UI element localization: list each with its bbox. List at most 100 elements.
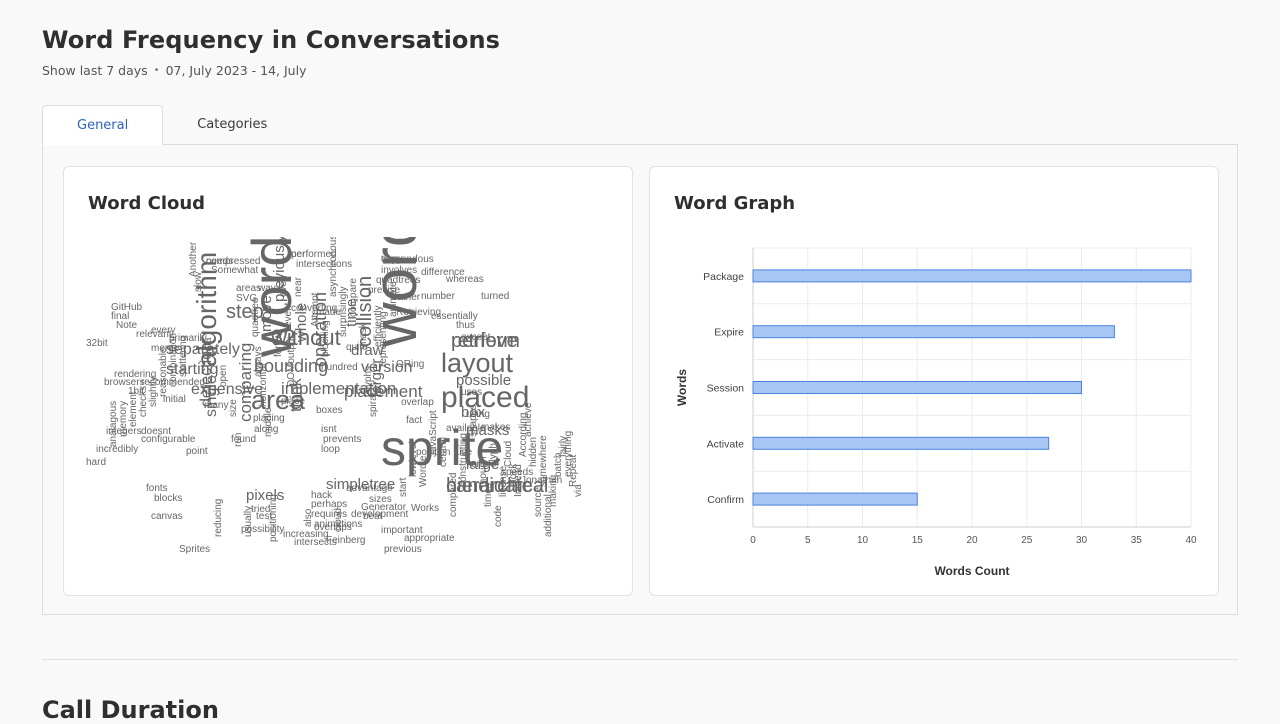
x-tick-label: 30 [1076, 535, 1088, 546]
cloud-word: hard [86, 457, 106, 468]
cloud-word-vertical: central [438, 437, 449, 467]
cloud-word: point [186, 446, 208, 457]
cloud-word-vertical: shapes [468, 405, 479, 437]
cloud-word: way [257, 283, 276, 294]
y-tick-label: Expire [714, 327, 744, 339]
cloud-word-vertical: making [548, 475, 559, 507]
cloud-word-vertical: representing [378, 311, 389, 367]
cloud-word: canvas [151, 511, 183, 522]
cloud-word-vertical: compare [348, 278, 359, 317]
cloud-word-vertical: middle [263, 407, 274, 437]
x-tick-label: 5 [805, 535, 811, 546]
cloud-word: uses [461, 387, 482, 398]
cloud-word-vertical: DOMoutput [286, 336, 297, 387]
cloud-word-vertical: start [398, 477, 409, 497]
tab-general[interactable]: General [42, 105, 164, 145]
cloud-word: many [204, 400, 228, 411]
cloud-word: Sprites [179, 544, 210, 555]
bar-confirm[interactable] [752, 492, 918, 506]
cloud-word-vertical: near [293, 276, 304, 297]
cloud-word-vertical: Cloud [503, 441, 514, 467]
cloud-word-vertical: Instead [513, 464, 524, 497]
cloud-word: fact [406, 415, 422, 426]
cloud-word-vertical: data [203, 337, 214, 357]
date-range: 07, July 2023 - 14, July [165, 63, 307, 78]
cloud-word: advantage [346, 483, 393, 494]
cloud-word-vertical: mask [358, 322, 369, 347]
cloud-word-vertical: font [273, 340, 284, 357]
cloud-word: previous [384, 544, 422, 555]
cloud-word-vertical: blocking [320, 320, 331, 357]
y-tick-label: Confirm [707, 494, 744, 506]
x-axis-title: Words Count [934, 564, 1009, 578]
cloud-word-vertical: stuttering [178, 336, 189, 377]
date-range-subtitle: Show last 7 days • 07, July 2023 - 14, J… [42, 63, 306, 78]
cloud-word-vertical: size [228, 399, 239, 417]
cloud-word: configurable [141, 434, 196, 445]
cloud-word: appropriate [404, 533, 455, 544]
cloud-word: turned [481, 291, 509, 302]
x-tick-label: 20 [966, 535, 978, 546]
x-tick-label: 25 [1021, 535, 1033, 546]
cloud-word: whereas [445, 274, 484, 285]
separator-dot: • [153, 65, 160, 76]
y-tick-label: Package [703, 271, 744, 283]
cloud-word-vertical: horizontal [258, 364, 269, 407]
word-cloud: wordwordsspriteplacedlayoutalgorithmarea… [86, 237, 584, 555]
cloud-word: loop [321, 444, 340, 455]
cloud-word: place [281, 396, 305, 407]
cloud-word: Feinberg [326, 535, 365, 546]
x-tick-label: 0 [750, 535, 756, 546]
cloud-word-vertical: even [278, 275, 289, 297]
cloud-word-vertical: glyph [488, 443, 499, 467]
cloud-word: except [461, 332, 491, 343]
y-tick-label: Activate [707, 438, 745, 450]
cloud-word-vertical: times [483, 483, 494, 507]
cloud-word-vertical: usually [243, 506, 254, 537]
cloud-word: beat [363, 511, 383, 522]
cloud-word: blocks [154, 493, 182, 504]
cloud-word: copy [381, 254, 402, 265]
cloud-word: intersections [296, 259, 352, 270]
cloud-word-vertical: run [233, 433, 244, 447]
cloud-word: boxes [316, 405, 343, 416]
cloud-word-vertical: animate [388, 281, 399, 317]
cloud-word: relevant [136, 329, 172, 340]
y-axis-title: Words [675, 369, 689, 406]
bar-expire[interactable] [752, 325, 1115, 339]
range-label[interactable]: Show last 7 days [42, 63, 148, 78]
bar-package[interactable] [752, 269, 1192, 283]
cloud-word: 32bit [86, 338, 108, 349]
section-divider [42, 659, 1238, 660]
cloud-word-vertical: reducing [213, 499, 224, 537]
cloud-word-vertical: cloud [333, 508, 344, 532]
cloud-word: per [291, 249, 306, 260]
word-graph-chart: Package Expire Session Activate Confirm 0 5 10 1… [675, 247, 1197, 578]
word-cloud-card: Word Cloud word words sprite placed layout al… [63, 166, 633, 596]
cloud-word-vertical: code [493, 505, 504, 527]
cloud-word-vertical: achieve [523, 402, 534, 437]
cloud-word-vertical: spiral [368, 393, 379, 417]
tab-categories[interactable]: Categories [163, 104, 301, 144]
cloud-word-vertical: Repeat [568, 455, 579, 487]
word-graph-title: Word Graph [674, 193, 796, 214]
word-graph-card: Word Graph Package Expire Session Activate C… [649, 166, 1219, 596]
bar-session[interactable] [752, 381, 1082, 394]
cloud-word-vertical: positioning [268, 494, 279, 542]
bar-activate[interactable] [752, 436, 1050, 450]
cloud-word-vertical: Another [188, 241, 199, 277]
cloud-word: available [446, 423, 486, 434]
page-title: Word Frequency in Conversations [42, 26, 501, 54]
cloud-word: number [421, 291, 456, 302]
cloud-word: Works [411, 503, 439, 514]
cloud-word: needs [206, 256, 233, 267]
x-tick-label: 35 [1131, 535, 1143, 546]
x-tick-label: 10 [857, 535, 869, 546]
cloud-word-vertical: Glyphs [363, 366, 374, 397]
x-tick-label: 40 [1185, 535, 1197, 546]
cloud-word: ORing [396, 359, 424, 370]
cloud-word-vertical: slow [193, 271, 204, 292]
cloud-word: hundred [321, 362, 358, 373]
cloud-word: overlap [401, 397, 434, 408]
y-tick-label: Session [707, 383, 745, 395]
